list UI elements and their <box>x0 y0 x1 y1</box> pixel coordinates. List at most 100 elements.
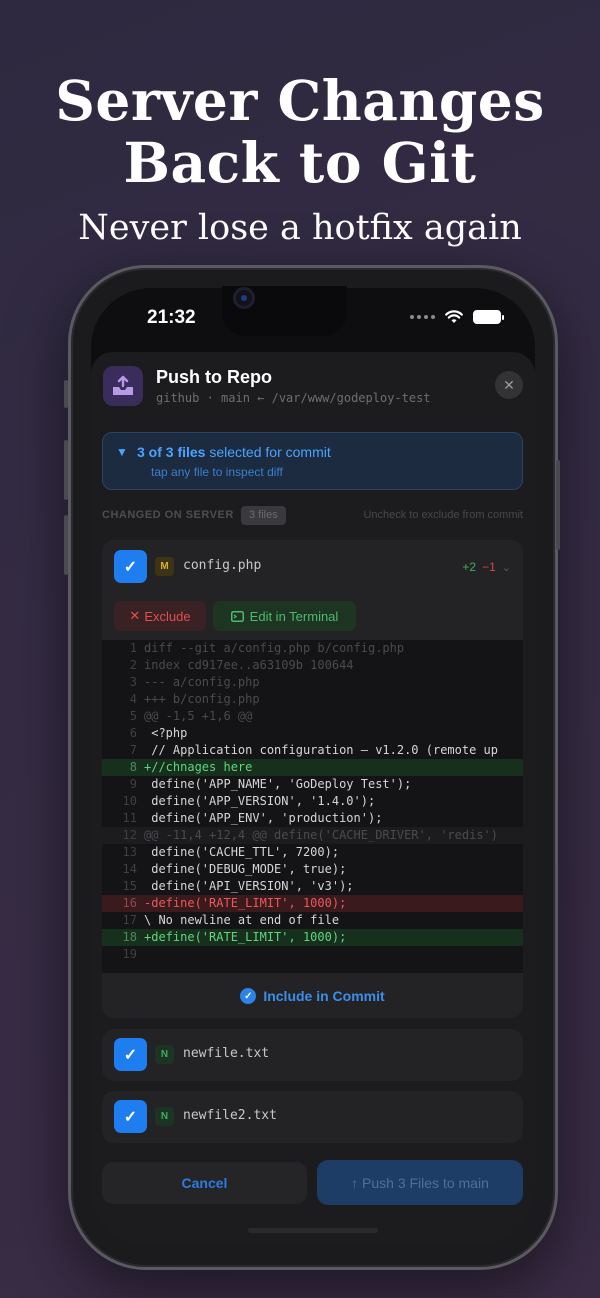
diff-line-context: 7 // Application configuration — v1.2.0 … <box>102 742 523 759</box>
exclude-button[interactable]: ✕ Exclude <box>114 601 206 631</box>
section-label: CHANGED ON SERVER <box>102 509 234 521</box>
banner-hint: tap any file to inspect diff <box>151 465 283 479</box>
diff-line-number: 7 <box>129 743 137 757</box>
diff-line-number: 11 <box>122 811 137 825</box>
diff-line-context: 10 define('APP_VERSION', '1.4.0'); <box>102 793 523 810</box>
diff-line-text: diff --git a/config.php b/config.php <box>144 641 405 655</box>
status-time: 21:32 <box>147 307 196 328</box>
diff-view[interactable]: 1 diff --git a/config.php b/config.php 2 in… <box>102 640 523 973</box>
hero-title: Server Changes Back to Git <box>0 70 600 194</box>
sheet-title: Push to Repo <box>156 367 272 387</box>
diff-line-context: 15 define('API_VERSION', 'v3'); <box>102 878 523 895</box>
cellular-dots-icon <box>410 315 435 319</box>
file-name[interactable]: newfile.txt <box>183 1046 269 1061</box>
hero-subtitle: Never lose a hotfix again <box>78 208 522 248</box>
diff-line-context: 17 \ No newline at end of file <box>102 912 523 929</box>
file-card-config: ✓ M config.php +2 −1 ⌄ ✕ Exclude Edit in… <box>102 540 523 1018</box>
sheet-subtitle: github · main ← /var/www/godeploy-test <box>156 391 431 405</box>
diff-line-text: +//chnages here <box>144 760 253 774</box>
banner-count: 3 of 3 files <box>137 444 206 460</box>
diff-line-text: index cd917ee..a63109b 100644 <box>144 658 354 672</box>
diff-line-meta: 1 diff --git a/config.php b/config.php <box>102 640 523 657</box>
file-checkbox[interactable]: ✓ <box>114 1100 147 1133</box>
diff-line-text: define('CACHE_TTL', 7200); <box>144 845 340 859</box>
diff-line-number: 4 <box>129 692 137 706</box>
exclude-label: Exclude <box>144 608 191 624</box>
diff-line-number: 10 <box>122 794 137 808</box>
diff-line-number: 12 <box>122 828 137 842</box>
new-badge: N <box>155 1107 174 1126</box>
diff-line-number: 9 <box>129 777 137 791</box>
diff-line-number: 8 <box>129 760 137 774</box>
diff-line-removed: 16 -define('RATE_LIMIT', 1000); <box>102 895 523 912</box>
diff-line-text: define('API_VERSION', 'v3'); <box>144 879 354 893</box>
diff-line-context: 9 define('APP_NAME', 'GoDeploy Test'); <box>102 776 523 793</box>
edit-in-terminal-button[interactable]: Edit in Terminal <box>213 601 356 631</box>
diff-line-text: \ No newline at end of file <box>144 913 340 927</box>
section-header: CHANGED ON SERVER 3 files Uncheck to exc… <box>102 506 523 526</box>
diff-line-meta: 4 +++ b/config.php <box>102 691 523 708</box>
push-files-button[interactable]: ↑ Push 3 Files to main <box>317 1160 523 1205</box>
banner-suffix: selected for commit <box>205 444 331 460</box>
close-button[interactable]: ✕ <box>495 371 523 399</box>
file-checkbox[interactable]: ✓ <box>114 1038 147 1071</box>
diff-line-text: -define('RATE_LIMIT', 1000); <box>144 896 347 910</box>
diff-line-number: 15 <box>122 879 137 893</box>
diff-stats[interactable]: +2 −1 ⌄ <box>462 560 511 574</box>
diff-line-number: 1 <box>129 641 137 655</box>
new-badge: N <box>155 1045 174 1064</box>
diff-line-meta: 5 @@ -1,5 +1,6 @@ <box>102 708 523 725</box>
terminal-icon <box>230 610 244 622</box>
upload-inbox-icon <box>103 366 143 406</box>
selection-banner[interactable]: ▼ 3 of 3 files selected for commit tap a… <box>102 432 523 490</box>
phone-power-button <box>556 460 560 550</box>
diff-line-number: 6 <box>129 726 137 740</box>
hero-title-line1: Server Changes <box>55 68 545 133</box>
collapse-triangle-icon: ▼ <box>116 445 128 459</box>
status-icons <box>410 310 504 324</box>
diff-line-number: 19 <box>122 947 137 961</box>
diff-line-context: 19 <box>102 946 523 963</box>
diff-line-number: 5 <box>129 709 137 723</box>
diff-line-added: 18 +define('RATE_LIMIT', 1000); <box>102 929 523 946</box>
diff-line-text: // Application configuration — v1.2.0 (r… <box>144 743 499 757</box>
chevron-down-icon: ⌄ <box>501 561 511 574</box>
include-in-commit-toggle[interactable]: ✓ Include in Commit <box>102 976 523 1016</box>
diff-line-text: <?php <box>144 726 188 740</box>
x-icon: ✕ <box>129 608 141 623</box>
deletions-count: −1 <box>482 560 496 574</box>
diff-line-context: 13 define('CACHE_TTL', 7200); <box>102 844 523 861</box>
diff-line-hunk: 12 @@ -11,4 +12,4 @@ define('CACHE_DRIVER… <box>102 827 523 844</box>
cancel-button[interactable]: Cancel <box>102 1162 307 1204</box>
push-to-repo-sheet: Push to Repo github · main ← /var/www/go… <box>91 352 535 1246</box>
checkmark-icon: ✓ <box>123 558 138 576</box>
diff-line-number: 14 <box>122 862 137 876</box>
diff-line-number: 17 <box>122 913 137 927</box>
diff-line-number: 3 <box>129 675 137 689</box>
terminal-label: Edit in Terminal <box>249 608 339 624</box>
checkmark-icon: ✓ <box>123 1046 138 1064</box>
diff-line-text: define('APP_VERSION', '1.4.0'); <box>144 794 376 808</box>
file-card-newfile: ✓ N newfile.txt <box>102 1029 523 1081</box>
phone-mute-switch <box>64 380 68 408</box>
diff-line-text: +define('RATE_LIMIT', 1000); <box>144 930 347 944</box>
diff-line-text: --- a/config.php <box>144 675 260 689</box>
file-name[interactable]: newfile2.txt <box>183 1108 277 1123</box>
diff-line-text: +++ b/config.php <box>144 692 260 706</box>
wifi-icon <box>445 310 463 323</box>
file-checkbox[interactable]: ✓ <box>114 550 147 583</box>
camera-icon <box>233 287 255 309</box>
diff-line-number: 16 <box>122 896 137 910</box>
banner-text: 3 of 3 files selected for commit <box>137 444 331 460</box>
checkmark-icon: ✓ <box>123 1108 138 1126</box>
sheet-footer: Cancel ↑ Push 3 Files to main <box>102 1160 523 1206</box>
diff-line-text: define('DEBUG_MODE', true); <box>144 862 347 876</box>
diff-line-text: define('APP_NAME', 'GoDeploy Test'); <box>144 777 412 791</box>
diff-line-context: 6 <?php <box>102 725 523 742</box>
section-hint: Uncheck to exclude from commit <box>363 509 523 521</box>
diff-line-number: 13 <box>122 845 137 859</box>
file-name[interactable]: config.php <box>183 558 261 573</box>
diff-line-text: define('APP_ENV', 'production'); <box>144 811 383 825</box>
phone-volume-down <box>64 515 68 575</box>
hero-title-line2: Back to Git <box>123 130 477 195</box>
